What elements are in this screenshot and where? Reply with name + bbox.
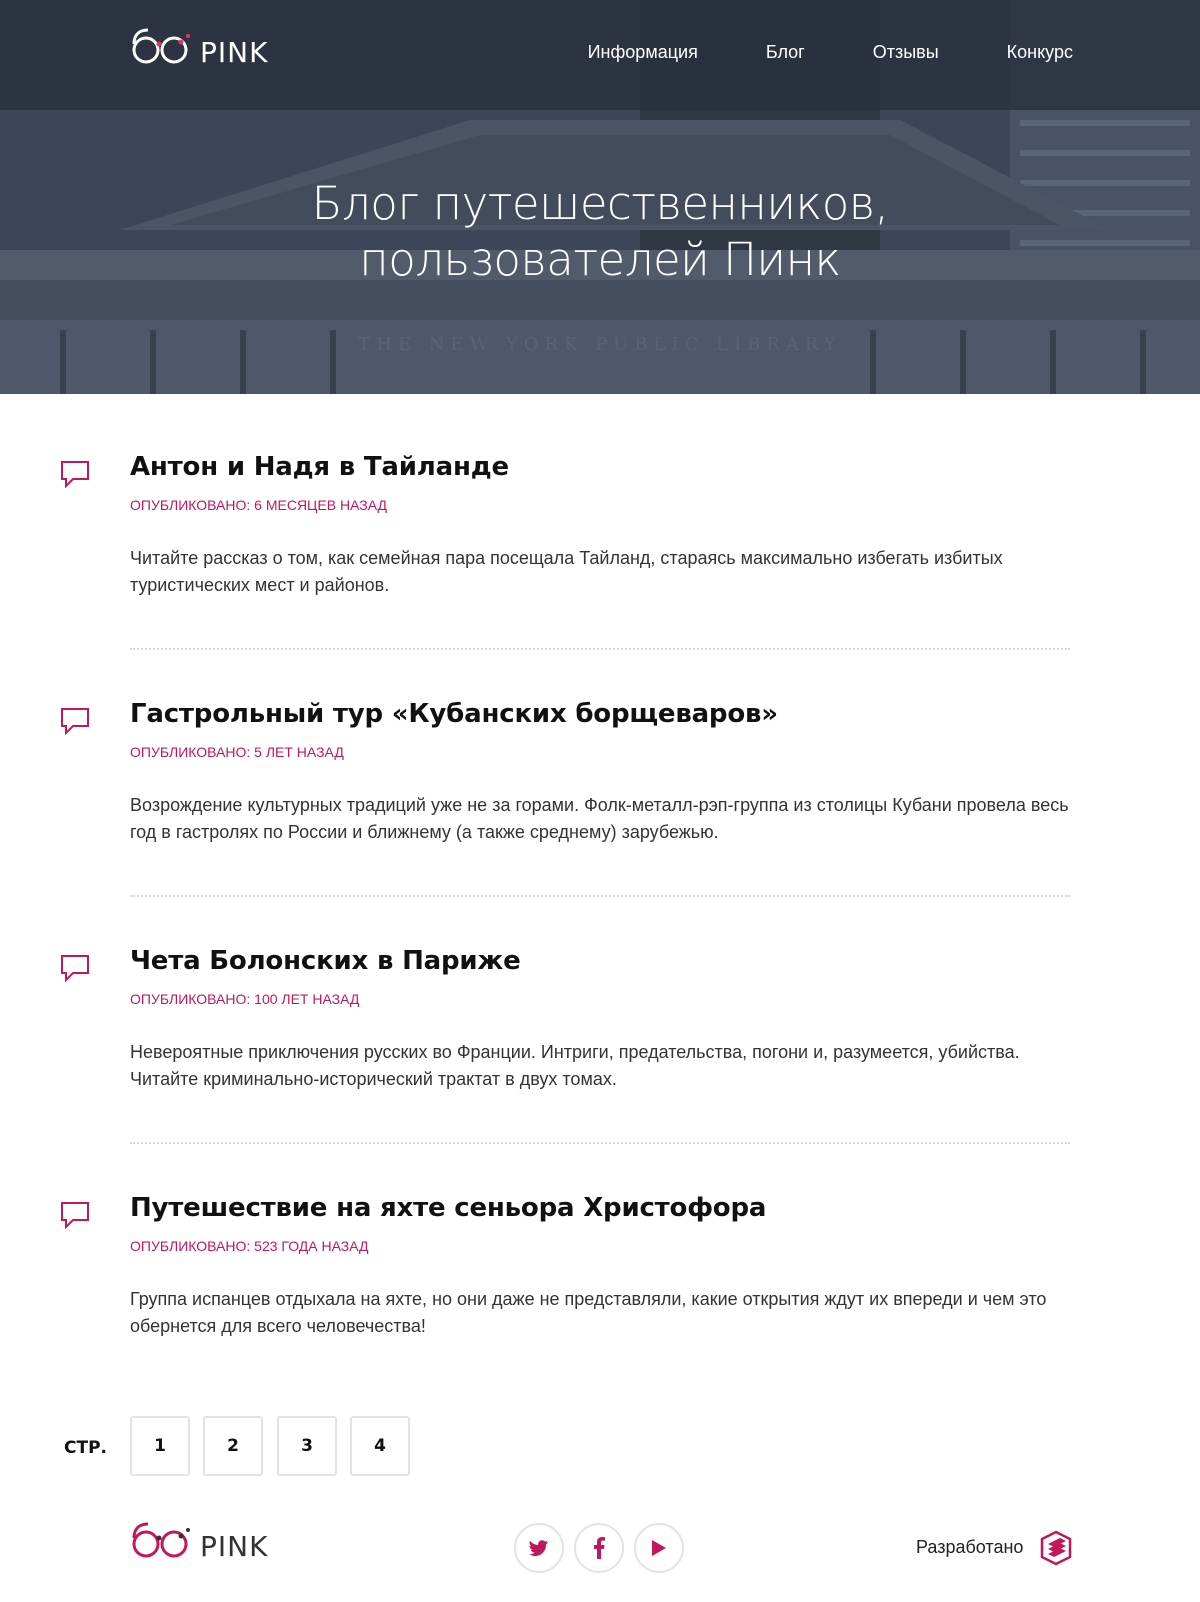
post-excerpt: Невероятные приключения русских во Франц…: [130, 1042, 1020, 1089]
nav-item-info[interactable]: Информация: [588, 42, 698, 63]
htmlacademy-icon[interactable]: [1040, 1530, 1072, 1566]
page-button-1[interactable]: 1: [130, 1416, 190, 1476]
page-button-4[interactable]: 4: [350, 1416, 410, 1476]
comment-icon: [61, 708, 89, 735]
post-excerpt: Группа испанцев отдыхала на яхте, но они…: [130, 1289, 1047, 1336]
hero-header: THE NEW YORK PUBLIC LIBRARY PINK Информа…: [0, 0, 1200, 394]
page-button-3[interactable]: 3: [277, 1416, 337, 1476]
post-date: ОПУБЛИКОВАНО: 5 ЛЕТ НАЗАД: [130, 744, 344, 760]
post-date: ОПУБЛИКОВАНО: 6 МЕСЯЦЕВ НАЗАД: [130, 497, 388, 513]
post-divider: [130, 895, 1070, 897]
nav-item-reviews[interactable]: Отзывы: [873, 42, 939, 63]
post-title[interactable]: Антон и Надя в Тайланде: [130, 452, 509, 482]
nav-item-blog[interactable]: Блог: [766, 42, 805, 63]
post-date: ОПУБЛИКОВАНО: 523 ГОДА НАЗАД: [130, 1238, 369, 1254]
main-nav: Информация Блог Отзывы Конкурс: [520, 42, 1073, 63]
facebook-button[interactable]: [574, 1523, 624, 1573]
post-divider: [130, 648, 1070, 650]
nav-item-contest[interactable]: Конкурс: [1007, 42, 1073, 63]
page-title: Блог путешественников, пользователей Пин…: [0, 176, 1200, 288]
logo-text: PINK: [200, 36, 269, 69]
post-title[interactable]: Гастрольный тур «Кубанских борщеваров»: [130, 699, 778, 729]
post-date: ОПУБЛИКОВАНО: 100 ЛЕТ НАЗАД: [130, 991, 360, 1007]
facebook-icon: [594, 1537, 605, 1559]
comment-icon: [61, 955, 89, 982]
developed-by-label: Разработано: [916, 1537, 1024, 1557]
post-excerpt: Читайте рассказ о том, как семейная пара…: [130, 548, 1003, 595]
twitter-icon: [529, 1540, 548, 1556]
footer-logo[interactable]: PINK: [130, 1520, 278, 1564]
post-title[interactable]: Чета Болонских в Париже: [130, 946, 521, 976]
glasses-logo-icon: [132, 1522, 190, 1558]
top-navigation-bar: PINK Информация Блог Отзывы Конкурс: [0, 0, 1200, 110]
comment-icon: [61, 461, 89, 488]
page-title-line-2: пользователей Пинк: [359, 233, 841, 286]
youtube-icon: [652, 1540, 666, 1556]
footer-logo-text: PINK: [200, 1530, 269, 1563]
page-button-2[interactable]: 2: [203, 1416, 263, 1476]
post-divider: [130, 1142, 1070, 1144]
post-excerpt: Возрождение культурных традиций уже не з…: [130, 795, 1069, 842]
site-logo[interactable]: PINK: [130, 26, 278, 70]
glasses-logo-icon: [132, 28, 190, 64]
youtube-button[interactable]: [634, 1523, 684, 1573]
pagination-label: СТР.: [64, 1438, 107, 1458]
page-title-line-1: Блог путешественников,: [311, 177, 889, 230]
svg-text:THE NEW YORK PUBLIC LIBRARY: THE NEW YORK PUBLIC LIBRARY: [358, 334, 842, 355]
post-title[interactable]: Путешествие на яхте сеньора Христофора: [130, 1193, 766, 1223]
comment-icon: [61, 1202, 89, 1229]
twitter-button[interactable]: [514, 1523, 564, 1573]
